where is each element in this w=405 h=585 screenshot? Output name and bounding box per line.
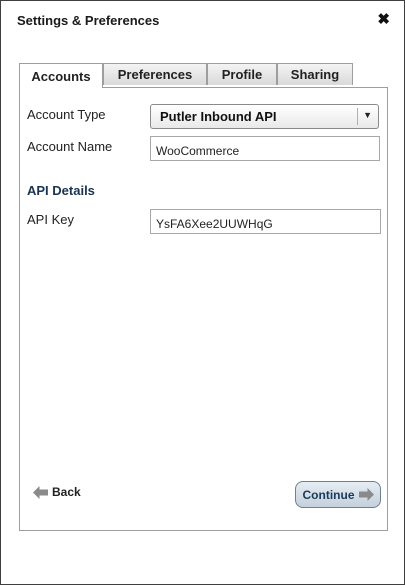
api-key-field[interactable] <box>150 209 381 234</box>
tab-sharing[interactable]: Sharing <box>277 63 353 85</box>
account-name-label: Account Name <box>27 139 113 154</box>
account-type-select[interactable]: Putler Inbound API ▼ <box>150 104 379 129</box>
account-type-label: Account Type <box>27 107 106 122</box>
api-details-heading: API Details <box>27 183 95 198</box>
arrow-left-icon <box>33 485 48 499</box>
dropdown-arrow-icon: ▼ <box>363 110 372 120</box>
close-icon[interactable]: ✖ <box>377 12 390 27</box>
account-type-value: Putler Inbound API <box>160 109 277 124</box>
arrow-right-icon <box>358 488 374 501</box>
settings-window: Settings & Preferences ✖ Accounts Prefer… <box>0 0 405 585</box>
select-divider <box>357 108 358 125</box>
back-label: Back <box>52 485 81 499</box>
tab-profile[interactable]: Profile <box>207 63 277 85</box>
window-title: Settings & Preferences <box>17 13 160 28</box>
account-name-field[interactable] <box>150 136 380 161</box>
continue-button[interactable]: Continue <box>295 481 381 508</box>
api-key-label: API Key <box>27 212 74 227</box>
back-button[interactable]: Back <box>33 485 81 499</box>
tab-accounts[interactable]: Accounts <box>19 63 103 88</box>
continue-label: Continue <box>302 487 355 502</box>
tab-preferences[interactable]: Preferences <box>103 63 207 85</box>
